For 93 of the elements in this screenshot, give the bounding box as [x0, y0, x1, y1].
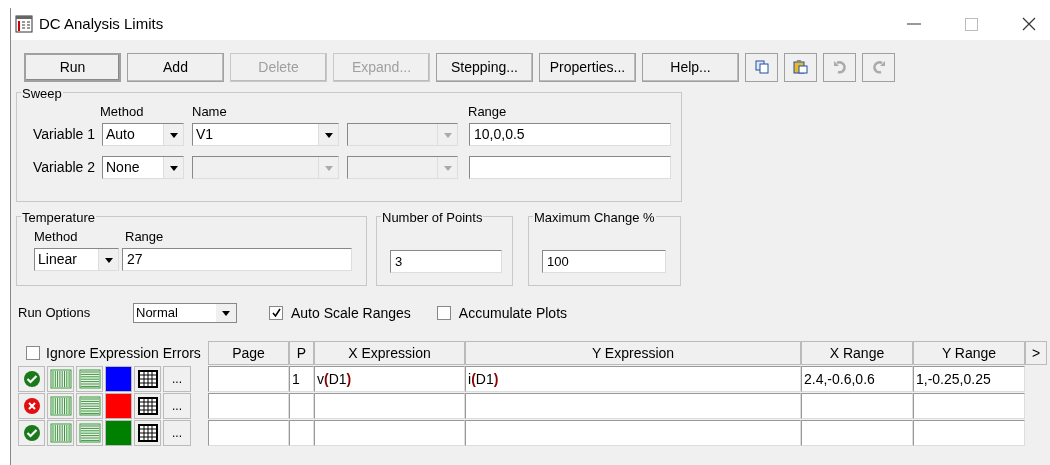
column-header[interactable]: Page	[208, 341, 289, 365]
column-header[interactable]: Y Range	[913, 341, 1025, 365]
max-change-field[interactable]: 100	[542, 250, 666, 273]
color-swatch[interactable]	[105, 393, 132, 419]
column-header[interactable]: P	[289, 341, 314, 365]
table-cell[interactable]	[801, 420, 913, 446]
column-label: Method	[34, 228, 79, 245]
toolbar-button[interactable]: Add	[127, 52, 224, 82]
table-cell[interactable]: 1	[289, 366, 314, 392]
column-label: Range	[468, 102, 507, 121]
toolbar-button[interactable]: Help...	[642, 52, 739, 82]
vertical-grid-icon	[49, 396, 72, 416]
window-title: DC Analysis Limits	[39, 13, 164, 34]
column-label: Name	[192, 102, 228, 121]
horizontal-grid-icon	[78, 369, 101, 389]
table-button[interactable]	[134, 366, 161, 392]
method-dropdown[interactable]: Auto	[102, 123, 184, 146]
table-cell[interactable]	[289, 420, 314, 446]
name-dropdown[interactable]	[192, 156, 339, 179]
table-cell[interactable]	[913, 393, 1025, 419]
column-header[interactable]: Y Expression	[465, 341, 801, 365]
table-cell[interactable]: v(D1)	[314, 366, 465, 392]
parameter-dropdown[interactable]	[347, 123, 458, 146]
table-cell[interactable]	[208, 366, 289, 392]
column-header[interactable]: X Expression	[314, 341, 465, 365]
check-icon	[271, 308, 281, 318]
grid-button[interactable]	[76, 366, 103, 392]
table-cell[interactable]	[314, 420, 465, 446]
vertical-grid-icon	[49, 423, 72, 443]
name-dropdown[interactable]: V1	[192, 123, 339, 146]
table-cell[interactable]	[465, 420, 801, 446]
table-icon	[137, 370, 158, 388]
more-button[interactable]: ...	[163, 366, 191, 392]
table-cell[interactable]: 1,-0.25,0.25	[913, 366, 1025, 392]
table-button[interactable]	[134, 420, 161, 446]
redo-icon	[870, 59, 887, 75]
table-icon	[137, 424, 158, 442]
table-cell[interactable]	[289, 393, 314, 419]
column-header[interactable]: X Range	[801, 341, 913, 365]
run-options-dropdown[interactable]: Normal	[133, 303, 237, 323]
run-options-label: Run Options	[18, 304, 92, 323]
range-field[interactable]: 10,0,0.5	[469, 123, 671, 146]
table-cell[interactable]: 2.4,-0.6,0.6	[801, 366, 913, 392]
table-button[interactable]	[134, 393, 161, 419]
toolbar-button[interactable]: Properties...	[539, 52, 636, 82]
grid-button[interactable]	[76, 393, 103, 419]
vertical-grid-icon	[49, 369, 72, 389]
method-dropdown[interactable]: None	[102, 156, 184, 179]
toolbar-button[interactable]: Stepping...	[436, 52, 533, 82]
app-icon	[15, 15, 33, 33]
checkbox-label: Accumulate Plots	[458, 303, 568, 323]
points-field[interactable]: 3	[390, 250, 502, 273]
grid-button[interactable]	[47, 393, 74, 419]
color-swatch[interactable]	[105, 420, 132, 446]
method-dropdown[interactable]: Linear	[34, 248, 119, 271]
grid-button[interactable]	[47, 366, 74, 392]
checkbox-label: Ignore Expression Errors	[46, 343, 201, 363]
more-button[interactable]: ...	[163, 393, 191, 419]
tool-button[interactable]	[745, 52, 778, 82]
tool-button[interactable]	[784, 52, 817, 82]
range-field[interactable]: 27	[122, 248, 352, 271]
grid-button[interactable]	[76, 420, 103, 446]
checkbox[interactable]	[269, 306, 283, 320]
horizontal-grid-icon	[78, 423, 101, 443]
horizontal-grid-icon	[78, 396, 101, 416]
copy-icon	[753, 59, 770, 75]
column-label: Range	[125, 228, 164, 245]
range-field[interactable]	[469, 156, 671, 179]
close-icon[interactable]	[1022, 17, 1036, 31]
grid-button[interactable]	[47, 420, 74, 446]
paste-icon	[792, 59, 809, 75]
toolbar-button[interactable]: Run	[24, 52, 121, 82]
maximize-icon[interactable]	[965, 17, 978, 31]
parameter-dropdown[interactable]	[347, 156, 458, 179]
table-cell[interactable]: i(D1)	[465, 366, 801, 392]
column-label: Method	[100, 102, 145, 121]
checkbox-label: Auto Scale Ranges	[291, 303, 411, 323]
dropdown-value: Normal	[136, 304, 179, 323]
scroll-right-button[interactable]: >	[1025, 341, 1047, 365]
table-cell[interactable]	[465, 393, 801, 419]
table-cell[interactable]	[801, 393, 913, 419]
table-cell[interactable]	[208, 393, 289, 419]
table-icon	[137, 397, 158, 415]
table-cell[interactable]	[208, 420, 289, 446]
checkbox[interactable]	[436, 306, 451, 320]
color-swatch[interactable]	[105, 366, 132, 392]
variable-label: Variable 1	[33, 125, 96, 144]
checkbox[interactable]	[26, 346, 40, 360]
undo-icon	[831, 59, 848, 75]
table-cell[interactable]	[314, 393, 465, 419]
table-cell[interactable]	[913, 420, 1025, 446]
more-button[interactable]: ...	[163, 420, 191, 446]
variable-label: Variable 2	[33, 158, 96, 177]
